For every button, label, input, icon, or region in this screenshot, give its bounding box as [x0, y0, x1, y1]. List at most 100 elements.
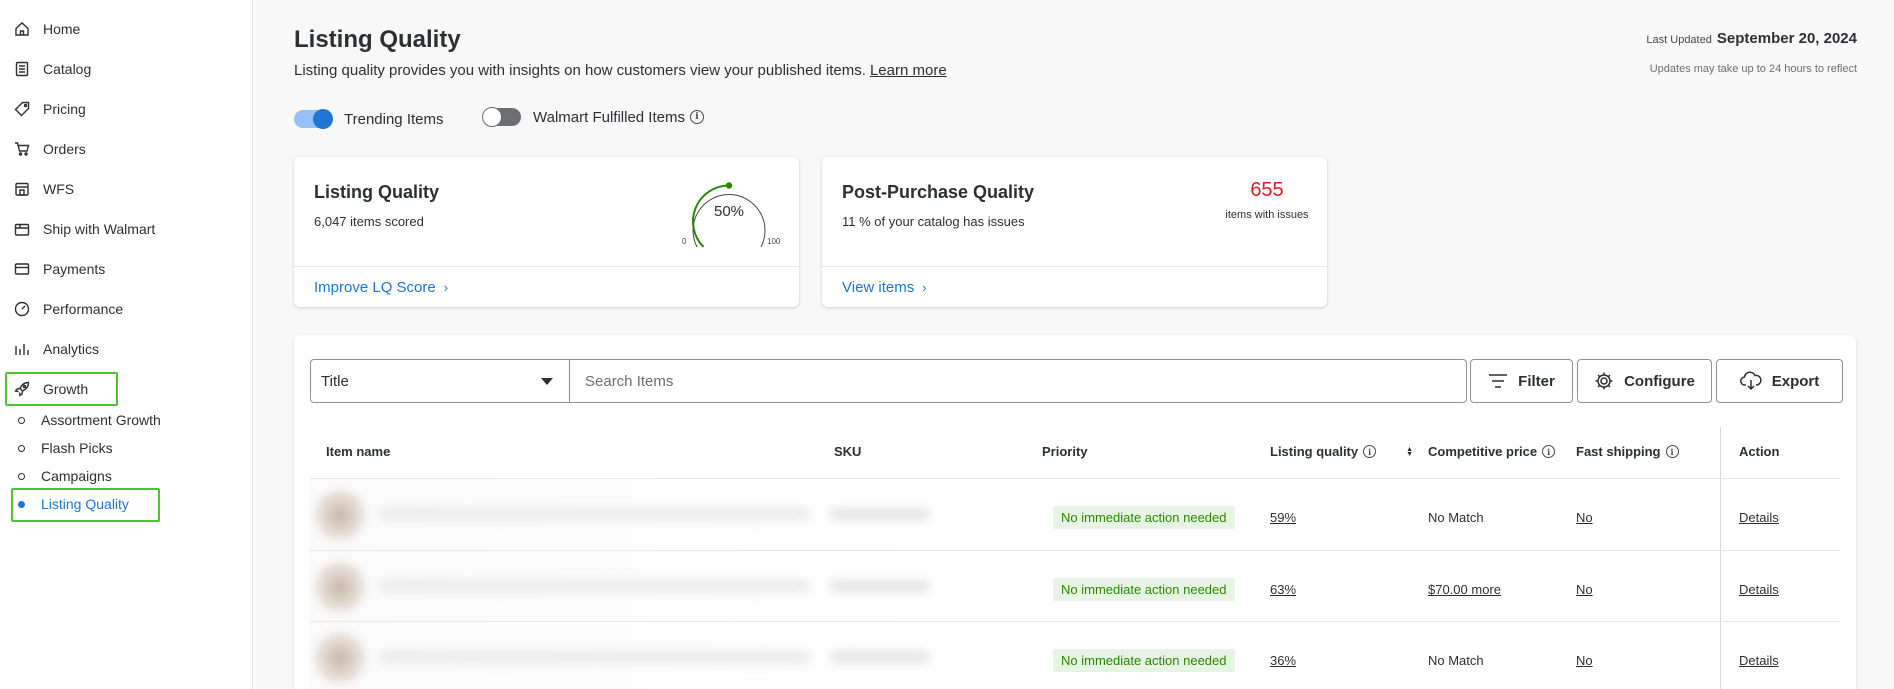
home-icon [14, 21, 30, 37]
sidebar-item-label: Ship with Walmart [43, 221, 156, 237]
column-header-fast-shipping[interactable]: Fast shipping i [1576, 444, 1679, 459]
competitive-price-link[interactable]: $70.00 more [1428, 582, 1501, 597]
listing-quality-card: Listing Quality 6,047 items scored 50% 0… [294, 157, 799, 307]
select-value: Title [321, 372, 349, 390]
sidebar-item-label: Payments [43, 261, 106, 277]
export-button[interactable]: Export [1716, 359, 1843, 403]
column-header-item-name[interactable]: Item name [326, 444, 390, 459]
item-name-redacted [380, 650, 810, 664]
sidebar-item-label: Performance [43, 301, 124, 317]
column-header-listing-quality[interactable]: Listing quality i ▲ ▼ [1270, 444, 1413, 459]
info-icon[interactable]: i [1665, 445, 1679, 458]
info-icon[interactable]: i [689, 110, 704, 124]
sidebar-item-growth[interactable]: Growth [14, 377, 88, 401]
bullet-icon [18, 416, 25, 424]
sidebar-item-home[interactable]: Home [14, 17, 80, 41]
listing-quality-link[interactable]: 59% [1270, 510, 1296, 525]
sidebar-subitem-assortment-growth[interactable]: Assortment Growth [18, 409, 161, 431]
sidebar-item-label: WFS [43, 181, 75, 197]
gear-icon [1595, 372, 1613, 390]
configure-button[interactable]: Configure [1577, 359, 1712, 403]
column-header-competitive-price[interactable]: Competitive price i [1428, 444, 1556, 459]
main-content: Listing Quality Listing quality provides… [254, 0, 1894, 689]
sidebar-subitem-label: Assortment Growth [41, 412, 161, 428]
column-header-priority[interactable]: Priority [1042, 444, 1088, 459]
sidebar-item-ship-with-walmart[interactable]: Ship with Walmart [14, 217, 155, 241]
cloud-download-icon [1739, 371, 1762, 391]
sidebar-item-analytics[interactable]: Analytics [14, 337, 99, 361]
page-description-text: Listing quality provides you with insigh… [294, 62, 866, 79]
update-note: Updates may take up to 24 hours to refle… [1649, 63, 1857, 75]
sidebar-item-label: Analytics [43, 341, 100, 357]
info-icon[interactable]: i [1363, 445, 1377, 458]
sidebar-subitem-flash-picks[interactable]: Flash Picks [18, 437, 113, 459]
tag-icon [14, 101, 30, 117]
table-row[interactable]: No immediate action needed 63% $70.00 mo… [310, 551, 1840, 622]
view-items-link[interactable]: View items › [842, 279, 927, 296]
listing-quality-link[interactable]: 36% [1270, 653, 1296, 668]
bar-chart-icon [14, 341, 30, 357]
learn-more-link[interactable]: Learn more [870, 62, 947, 79]
sidebar: Home Catalog Pricing Orders WFS Ship wit… [0, 0, 253, 689]
issues-label: items with issues [1225, 209, 1309, 221]
details-link[interactable]: Details [1739, 510, 1779, 525]
warehouse-icon [14, 181, 30, 197]
redacted-item [310, 479, 948, 550]
filter-label: Filter [1518, 372, 1555, 390]
last-updated-date: September 20, 2024 [1716, 30, 1857, 47]
table-row[interactable]: No immediate action needed 59% No Match … [310, 479, 1840, 550]
rocket-icon [14, 381, 30, 397]
sidebar-subitem-listing-quality[interactable]: Listing Quality [18, 493, 129, 515]
table-row[interactable]: No immediate action needed 36% No Match … [310, 622, 1840, 689]
sidebar-item-label: Orders [43, 141, 86, 157]
fast-shipping-link[interactable]: No [1576, 653, 1593, 668]
search-input[interactable] [569, 359, 1467, 403]
trending-items-switch[interactable] [294, 109, 333, 129]
column-header-label: Listing quality [1270, 444, 1359, 459]
priority-badge: No immediate action needed [1053, 506, 1235, 529]
item-thumbnail [312, 559, 368, 615]
item-name-redacted [380, 507, 810, 521]
card-title: Listing Quality [314, 182, 440, 202]
sidebar-subitem-label: Campaigns [41, 468, 112, 484]
card-icon [14, 261, 30, 277]
bullet-icon [18, 500, 25, 508]
issues-count: 655 [1250, 179, 1284, 201]
sidebar-subitem-campaigns[interactable]: Campaigns [18, 465, 112, 487]
items-table-panel: Title Filter Configure Export Item name … [294, 335, 1856, 689]
redacted-item [310, 622, 948, 689]
fast-shipping-link[interactable]: No [1576, 582, 1593, 597]
sidebar-item-performance[interactable]: Performance [14, 297, 123, 321]
fast-shipping-link[interactable]: No [1576, 510, 1593, 525]
last-updated: Last Updated September 20, 2024 [1646, 30, 1857, 47]
listing-quality-link[interactable]: 63% [1270, 582, 1296, 597]
post-purchase-card: Post-Purchase Quality 11 % of your catal… [822, 157, 1327, 307]
sku-redacted [830, 650, 930, 664]
details-link[interactable]: Details [1739, 653, 1779, 668]
column-header-sku[interactable]: SKU [834, 444, 861, 459]
search-field-select[interactable]: Title [310, 359, 570, 403]
sidebar-item-pricing[interactable]: Pricing [14, 97, 86, 121]
sidebar-item-wfs[interactable]: WFS [14, 177, 74, 201]
gauge-max-label: 100 [767, 237, 781, 246]
sidebar-item-orders[interactable]: Orders [14, 137, 86, 161]
card-divider [822, 266, 1327, 267]
wfs-items-switch[interactable] [482, 107, 521, 127]
details-link[interactable]: Details [1739, 582, 1779, 597]
redacted-item [310, 551, 948, 622]
sidebar-item-payments[interactable]: Payments [14, 257, 105, 281]
info-icon[interactable]: i [1542, 445, 1556, 458]
switch-knob [313, 109, 333, 129]
last-updated-label: Last Updated [1646, 34, 1712, 46]
filter-button[interactable]: Filter [1470, 359, 1573, 403]
improve-lq-score-link[interactable]: Improve LQ Score › [314, 279, 448, 296]
competitive-price-value: No Match [1428, 510, 1484, 525]
box-icon [14, 221, 30, 237]
link-label: View items [842, 279, 915, 296]
priority-badge: No immediate action needed [1053, 649, 1235, 672]
bullet-icon [18, 444, 25, 452]
filter-icon [1489, 374, 1508, 388]
sort-icon[interactable]: ▲ ▼ [1406, 446, 1413, 458]
sidebar-item-catalog[interactable]: Catalog [14, 57, 91, 81]
priority-badge: No immediate action needed [1053, 578, 1235, 601]
